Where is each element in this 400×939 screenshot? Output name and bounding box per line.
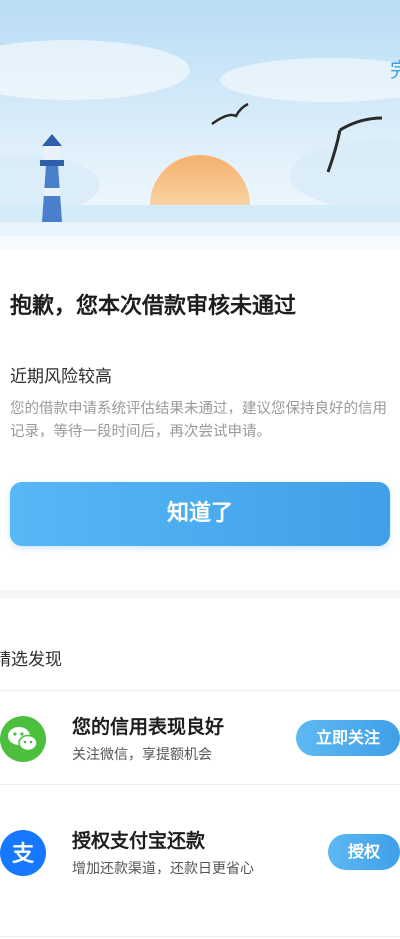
list-item-wechat[interactable]: 您的信用表现良好 关注微信，享提额机会 立即关注 <box>0 694 400 784</box>
svg-text:支: 支 <box>12 842 35 867</box>
lighthouse-sunset-illustration <box>0 0 400 250</box>
result-description: 您的借款申请系统评估结果未通过，建议您保持良好的信用记录，等待一段时间后，再次尝… <box>10 401 387 440</box>
discover-section: 精选发现 您的信用表现良好 关注微信，享提额机会 立即关注 支 授权支付宝还款 … <box>0 598 400 939</box>
list-item-alipay[interactable]: 支 授权支付宝还款 增加还款渠道，还款日更省心 授权 <box>0 808 400 898</box>
authorize-button[interactable]: 授权 <box>328 834 400 870</box>
ok-button[interactable]: 知道了 <box>10 482 390 546</box>
list-item-subtitle: 增加还款渠道，还款日更省心 <box>72 861 254 877</box>
section-title: 精选发现 <box>0 650 62 670</box>
hero-illustration: 完 <box>0 0 400 250</box>
follow-button[interactable]: 立即关注 <box>296 720 400 756</box>
divider <box>0 690 400 691</box>
divider <box>0 784 400 785</box>
list-item-title: 授权支付宝还款 <box>72 830 206 852</box>
list-item-title: 您的信用表现良好 <box>72 716 225 738</box>
divider <box>0 936 400 937</box>
result-reason: 近期风险较高 <box>10 367 112 387</box>
alipay-icon: 支 <box>0 830 46 876</box>
done-button[interactable]: 完 <box>390 54 400 83</box>
wechat-icon <box>0 716 46 762</box>
list-item-subtitle: 关注微信，享提额机会 <box>72 747 212 763</box>
result-title: 抱歉，您本次借款审核未通过 <box>10 294 297 319</box>
result-card: 抱歉，您本次借款审核未通过 近期风险较高 您的借款申请系统评估结果未通过，建议您… <box>0 250 400 590</box>
